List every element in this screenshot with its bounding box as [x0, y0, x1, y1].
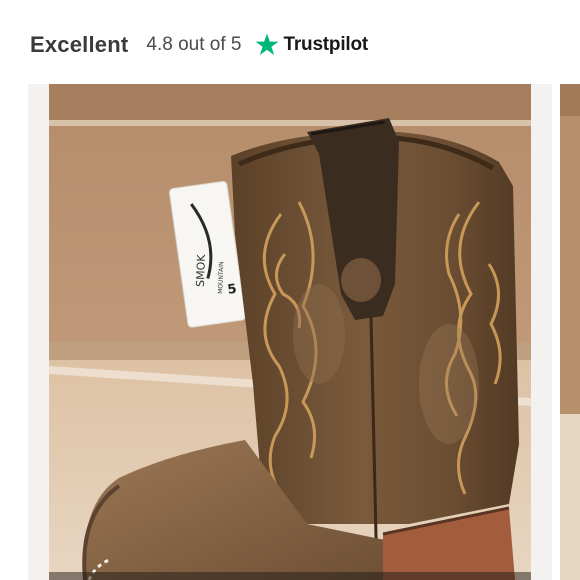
hang-tag-text-2: MOUNTAIN [217, 261, 225, 294]
rating-label: Excellent [30, 32, 129, 57]
cowboy-boot-photo: SMOK MOUNTAIN 5 [49, 84, 531, 580]
trustpilot-logo[interactable]: Trustpilot [254, 32, 368, 58]
hang-tag-text-1: SMOK [194, 254, 208, 288]
trustpilot-star-icon [256, 33, 279, 55]
product-image-card[interactable]: SMOK MOUNTAIN 5 [28, 84, 552, 580]
next-image-thumbnail [560, 84, 580, 580]
trustpilot-rating-bar[interactable]: Excellent 4.8 out of 5 Trustpilot [30, 28, 368, 62]
product-image-gallery[interactable]: SMOK MOUNTAIN 5 [0, 84, 580, 580]
rating-score: 4.8 out of 5 [146, 34, 242, 55]
next-image-preview[interactable] [560, 84, 580, 580]
trustpilot-wordmark: Trustpilot [283, 34, 369, 55]
